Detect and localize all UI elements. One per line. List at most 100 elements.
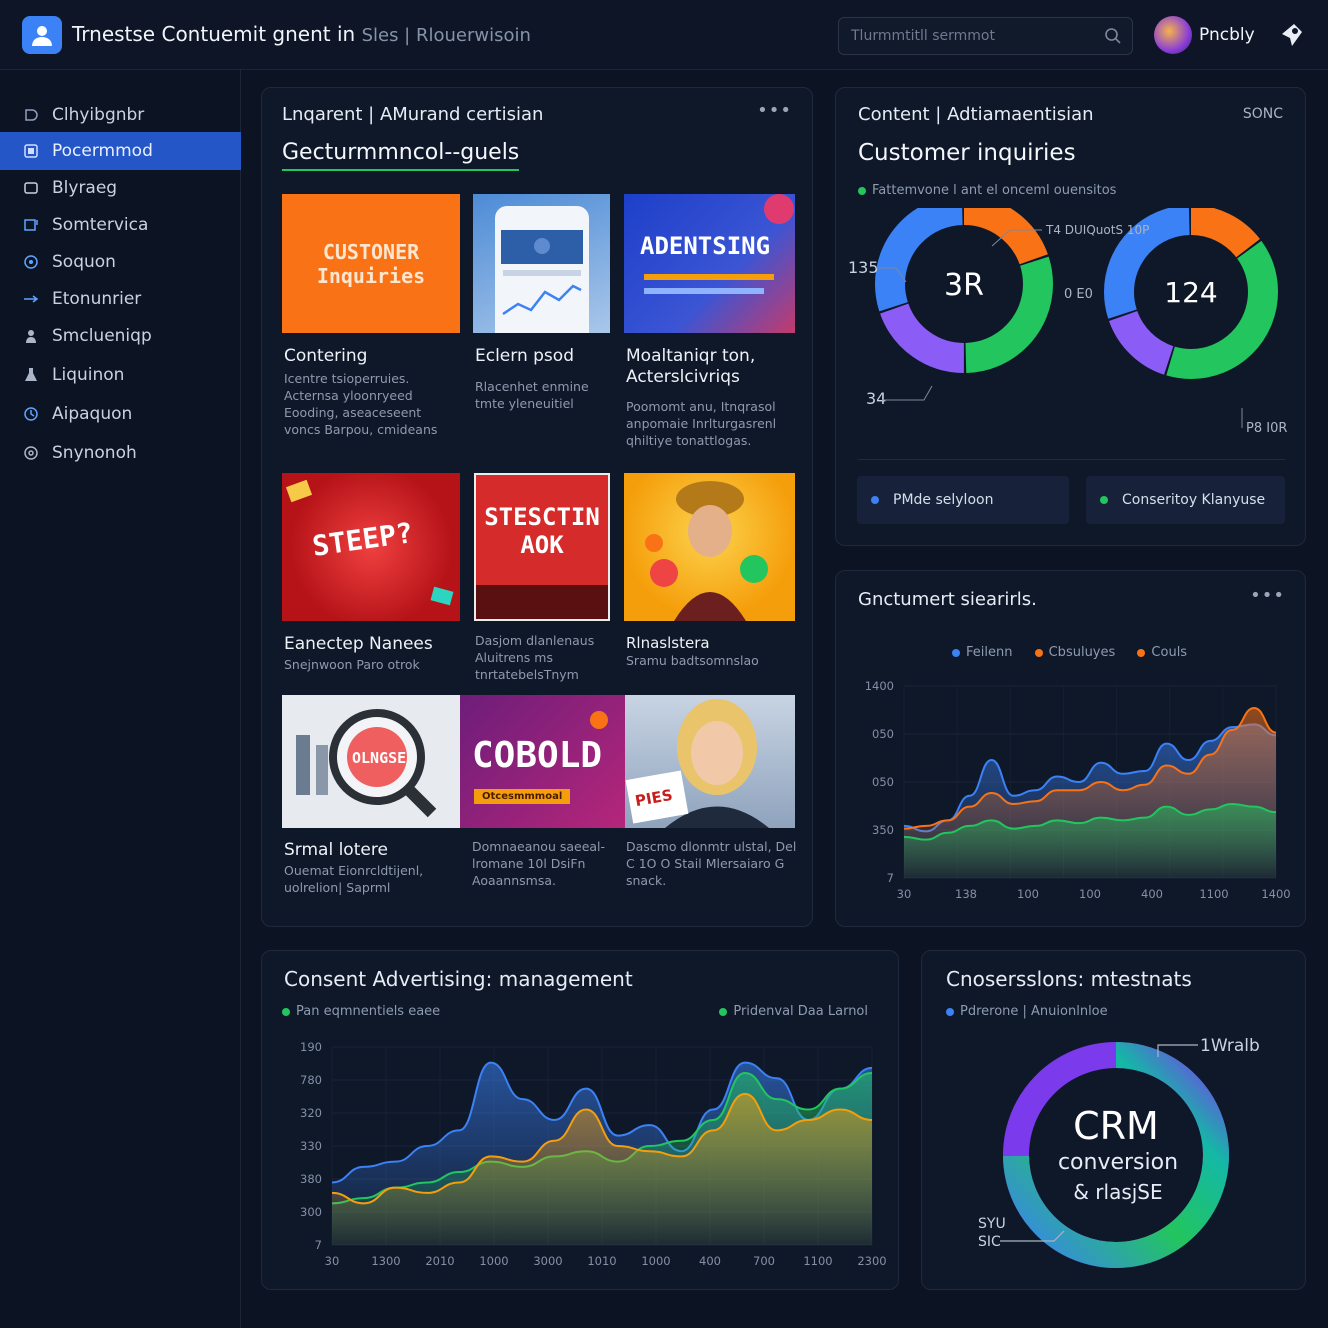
tile-description: Dasjom dlanlenaus Aluitrens ms tnrtatebe… [475, 633, 595, 682]
tile-title[interactable]: Srmal lotere [284, 840, 388, 860]
legend-dot [1034, 648, 1043, 657]
legend-label: Feilenn [966, 645, 1013, 660]
consent-advertising-card: Consent Advertising: management Pan eqmn… [261, 950, 899, 1290]
advertising-area-chart[interactable]: 7 300 380 330 320 780 190 30 1300 2010 1000 3000 101… [262, 1027, 900, 1287]
more-options-icon[interactable]: ••• [1250, 585, 1285, 606]
x-tick-label: 100 [1017, 887, 1039, 901]
user-name[interactable]: Pncbly [1199, 25, 1255, 45]
x-tick-label: 30 [325, 1254, 340, 1268]
person-icon [22, 327, 40, 345]
tile-title[interactable]: Rlnaslstera [626, 634, 710, 652]
tile-description: Icentre tsioperruies. Acternsa yloonryee… [284, 371, 438, 437]
pill-profile-selection[interactable]: PMde selyloon [857, 476, 1069, 524]
service-icon [22, 216, 40, 234]
y-tick-label: 320 [300, 1106, 322, 1120]
leader-line [882, 385, 933, 401]
sidebar-item-economy[interactable]: Etonunrier [0, 280, 241, 318]
tile-image-text: ADENTSING [640, 232, 771, 260]
pill-consent-language[interactable]: Conseritoy Klanyuse [1086, 476, 1285, 524]
conversions-card-title: Cnosersslons: mtestnats [946, 967, 1192, 991]
advertising-card-title: Consent Advertising: management [284, 967, 633, 991]
app-title: Trnestse Contuemit gnent in Sles | Rloue… [72, 22, 531, 46]
sidebar-item-aquarium[interactable]: Aipaquon [0, 395, 241, 433]
x-tick-label: 1300 [371, 1254, 400, 1268]
donut-right-center-value: 124 [1164, 276, 1217, 309]
x-tick-label: 30 [897, 887, 912, 901]
gallery-tile-image-portrait[interactable] [624, 473, 795, 621]
gallery-tile-image-customer[interactable]: CUSTONER Inquiries [282, 194, 460, 333]
x-tick-label: 138 [955, 887, 977, 901]
sidebar-item-label: Somtervica [52, 215, 149, 235]
tile-description: Sramu badtsomnslao [626, 653, 759, 668]
crm-conversion-ring[interactable]: CRM conversion & rlasjSE 1Wralb SYU SIC [922, 1027, 1307, 1287]
inquiries-subtitle: Customer inquiries [858, 140, 1076, 166]
trend-area-chart[interactable]: 7 350 050 050 1400 30 138 100 100 400 1100 1400 [836, 676, 1307, 916]
sidebar-item-synonym[interactable]: Snynonoh [0, 434, 241, 472]
tile-title[interactable]: Contering [284, 346, 367, 366]
y-tick-label: 780 [300, 1073, 322, 1087]
x-tick-label: 3000 [533, 1254, 562, 1268]
donut-left-center-value: 3R [944, 268, 984, 303]
tile-image-text: COBOLD [472, 735, 603, 776]
portrait-illustration [645, 481, 768, 621]
tile-description: Rlacenhet enmine tmte yleneuitiel [475, 379, 589, 411]
tile-title[interactable]: Eclern psod [475, 346, 574, 366]
gallery-tile-image-magnifier[interactable]: OLNGSE [282, 695, 460, 828]
donut-right-top-label: T4 DUIQuotS 10P [1045, 223, 1149, 237]
target-icon [22, 253, 40, 271]
tile-image-text: STESCTIN AOK [484, 503, 600, 559]
sidebar-item-solution[interactable]: Soquon [0, 243, 241, 281]
tile-description: Ouemat Eionrcldtijenl, uolrelion| Saprml [284, 863, 424, 895]
search-icon[interactable] [1104, 27, 1122, 49]
y-tick-label: 300 [300, 1205, 322, 1219]
sidebar-item-service[interactable]: Somtervica [0, 206, 241, 244]
sidebar-item-blog[interactable]: Blyraeg [0, 169, 241, 207]
sidebar-item-content[interactable]: Pocermmod [0, 132, 241, 170]
tile-image-text: CUSTONER Inquiries [316, 239, 426, 288]
gallery-tile-image-steep[interactable]: STEEP? [282, 473, 460, 621]
x-tick-label: 1100 [803, 1254, 832, 1268]
conversions-legend: Pdrerone | Anuionlnloe [946, 1004, 1108, 1019]
tile-image-text: OLNGSE [352, 749, 407, 767]
more-options-icon[interactable]: ••• [757, 100, 792, 121]
sidebar-item-dashboard[interactable]: Clhyibgnbr [0, 96, 241, 134]
search-input[interactable] [851, 26, 1091, 46]
gallery-tile-image-woman[interactable]: PIES [625, 695, 795, 828]
x-tick-label: 100 [1079, 887, 1101, 901]
content-icon [22, 142, 40, 160]
user-menu-icon[interactable] [1276, 20, 1306, 50]
woman-portrait-illustration [625, 699, 769, 828]
square-icon [22, 179, 40, 197]
tile-title[interactable]: Eanectep Nanees [284, 634, 433, 654]
sidebar-item-label: Smclueniqp [52, 326, 152, 346]
gallery-tile-image-advertising[interactable]: ADENTSING [624, 194, 795, 333]
legend-dot [858, 186, 866, 195]
legend-dot [1137, 648, 1146, 657]
donut-right-left-label: 0 E0 [1064, 287, 1093, 302]
gallery-tile-image-cobold[interactable]: COBOLD Otcesmmmoal [460, 695, 625, 828]
avatar[interactable] [1154, 16, 1192, 54]
sidebar-item-label: Etonunrier [52, 289, 142, 309]
sidebar-item-liquid[interactable]: Liquinon [0, 356, 241, 394]
gallery-subtitle[interactable]: Gecturmmncol--guels [282, 140, 520, 171]
dashboard-icon [22, 106, 40, 124]
x-tick-label: 1000 [641, 1254, 670, 1268]
app-logo-icon[interactable] [22, 16, 62, 54]
conversions-card: Cnosersslons: mtestnats Pdrerone | Anuio… [921, 950, 1306, 1290]
y-tick-label: 7 [315, 1238, 322, 1252]
donut-left-top-label: 135 [848, 258, 879, 277]
donut-left-bottom-label: 34 [866, 389, 886, 408]
search-box[interactable] [838, 17, 1133, 55]
gallery-tile-image-phone[interactable] [473, 194, 610, 333]
x-tick-label: 1400 [1261, 887, 1290, 901]
gallery-tile-image-section[interactable]: STESCTIN AOK [474, 473, 610, 621]
pill-dot [871, 496, 879, 504]
sidebar-item-schedule[interactable]: Smclueniqp [0, 317, 241, 355]
legend-label: Pan eqmnentiels eaee [296, 1004, 441, 1019]
tile-title[interactable]: Moaltaniqr ton, Acterslcivriqs [626, 346, 796, 388]
trend-card-title: Gnctumert siearirls. [858, 589, 1037, 610]
content-gallery-card: Lnqarent | AMurand certisian ••• Gecturm… [261, 87, 813, 927]
x-tick-label: 400 [699, 1254, 721, 1268]
tile-description: Poomomt anu, Itnqrasol anpomaie Inrlturg… [626, 399, 777, 448]
flask-icon [22, 366, 40, 384]
